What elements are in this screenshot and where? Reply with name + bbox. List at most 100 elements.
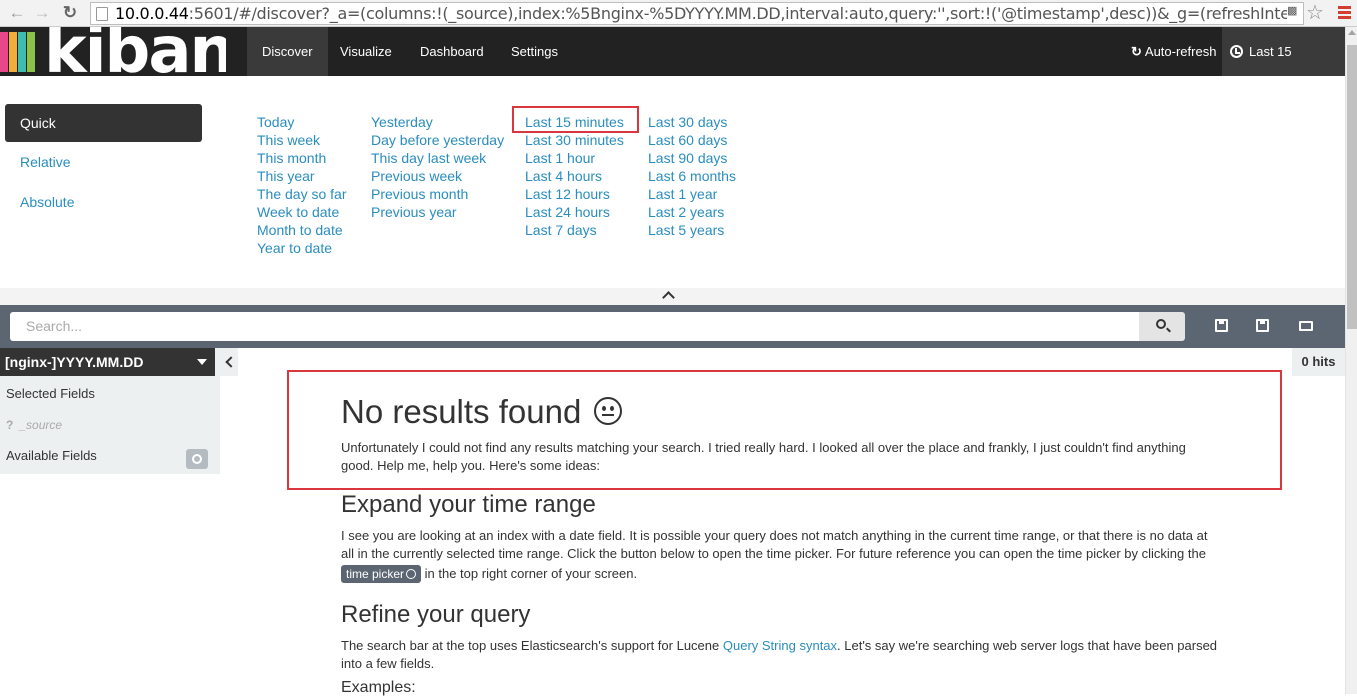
index-pattern-label: [nginx-]YYYY.MM.DD [5, 354, 144, 370]
save-search-icon[interactable] [1256, 319, 1269, 332]
field-item-source[interactable]: ? _source [6, 418, 62, 432]
search-input[interactable]: Search... [10, 312, 1139, 341]
quick-option[interactable]: Last 24 hours [525, 203, 624, 221]
quick-column-1: Today This week This month This year The… [257, 113, 347, 257]
neutral-face-icon [594, 397, 623, 425]
timepicker-mode-quick[interactable]: Quick [5, 104, 202, 142]
clock-icon [1230, 45, 1243, 58]
quick-option[interactable]: Today [257, 113, 347, 131]
new-search-icon[interactable] [1215, 319, 1228, 332]
reload-icon[interactable]: ↻ [60, 3, 80, 23]
bookmark-star-icon[interactable]: ☆ [1306, 2, 1324, 24]
open-search-folder-icon[interactable] [1299, 321, 1313, 331]
no-results-section: No results found Unfortunately I could n… [341, 393, 1221, 475]
quick-option[interactable]: Last 1 hour [525, 149, 624, 167]
url-host: 10.0.0.44 [115, 4, 189, 23]
chevron-up-icon [662, 291, 675, 304]
browser-menu-icon[interactable] [1338, 6, 1351, 20]
quick-option[interactable]: Last 30 minutes [525, 131, 624, 149]
quick-option[interactable]: Month to date [257, 221, 347, 239]
auto-refresh-button[interactable]: ↻ Auto-refresh [1131, 27, 1216, 76]
selected-fields-heading: Selected Fields [6, 386, 95, 401]
field-name: _source [19, 418, 63, 432]
quick-option[interactable]: Last 90 days [648, 149, 736, 167]
tab-dashboard[interactable]: Dashboard [405, 27, 499, 76]
hits-count: 0 hits [1292, 348, 1345, 376]
quick-option[interactable]: Last 12 hours [525, 185, 624, 203]
quick-option[interactable]: This month [257, 149, 347, 167]
caret-down-icon [197, 359, 207, 365]
search-button[interactable] [1139, 312, 1185, 341]
index-pattern-selector[interactable]: [nginx-]YYYY.MM.DD [0, 348, 215, 376]
clock-icon [406, 569, 417, 579]
quick-option[interactable]: Last 2 years [648, 203, 736, 221]
timepicker-mode-relative[interactable]: Relative [5, 143, 202, 181]
expand-time-body-end: in the top right corner of your screen. [424, 566, 638, 581]
expand-time-heading: Expand your time range [341, 491, 596, 518]
browser-toolbar: ← → ↻ 10.0.0.44:5601/#/discover?_a=(colu… [0, 0, 1357, 27]
scroll-up-arrow-icon[interactable] [1348, 30, 1356, 35]
scrollbar-thumb[interactable] [1347, 45, 1357, 329]
quick-option[interactable]: Previous year [371, 203, 504, 221]
back-arrow-icon[interactable]: ← [7, 3, 27, 23]
quick-option[interactable]: Day before yesterday [371, 131, 504, 149]
quick-option[interactable]: Yesterday [371, 113, 504, 131]
tab-settings[interactable]: Settings [496, 27, 573, 76]
quick-option[interactable]: Previous month [371, 185, 504, 203]
quick-option[interactable]: Year to date [257, 239, 347, 257]
forward-arrow-icon[interactable]: → [32, 3, 52, 23]
refine-query-body: The search bar at the top uses Elasticse… [341, 638, 720, 653]
timepicker-collapse-bar[interactable] [0, 288, 1345, 305]
logo-text: kibana [44, 27, 226, 76]
quick-column-4: Last 30 days Last 60 days Last 90 days L… [648, 113, 736, 239]
logo-bars [0, 32, 36, 72]
expand-time-text: I see you are looking at an index with a… [341, 527, 1221, 583]
refresh-icon: ↻ [1131, 44, 1142, 59]
highlight-box-last-15-minutes [512, 106, 639, 133]
quick-option[interactable]: Last 4 hours [525, 167, 624, 185]
refine-query-heading: Refine your query [341, 601, 531, 628]
quick-option[interactable]: Last 60 days [648, 131, 736, 149]
page-icon [96, 7, 108, 21]
refine-query-section: Refine your query The search bar at the … [341, 601, 1221, 697]
sidebar-collapse-toggle[interactable] [220, 348, 238, 376]
timepicker-mode-absolute[interactable]: Absolute [5, 183, 202, 221]
tab-discover[interactable]: Discover [247, 27, 328, 76]
quick-option[interactable]: Last 30 days [648, 113, 736, 131]
quick-option[interactable]: This day last week [371, 149, 504, 167]
page-scrollbar[interactable] [1345, 27, 1357, 694]
field-sidebar: [nginx-]YYYY.MM.DD Selected Fields ? _sou… [0, 348, 220, 474]
time-picker-button[interactable]: Last 15 minutes [1222, 27, 1345, 108]
examples-heading: Examples: [341, 679, 416, 696]
quick-option[interactable]: Last 5 years [648, 221, 736, 239]
tab-visualize[interactable]: Visualize [325, 27, 407, 76]
quick-option[interactable]: This year [257, 167, 347, 185]
quick-option[interactable]: Last 7 days [525, 221, 624, 239]
quick-option[interactable]: Week to date [257, 203, 347, 221]
no-results-title: No results found [341, 393, 1221, 431]
refine-query-text: The search bar at the top uses Elasticse… [341, 637, 1221, 673]
no-results-intro: Unfortunately I could not find any resul… [341, 440, 1186, 473]
kibana-navbar: kibana Discover Visualize Dashboard Sett… [0, 27, 1345, 108]
kibana-logo[interactable]: kibana [0, 27, 226, 76]
expand-time-section: Expand your time range I see you are loo… [341, 491, 1221, 583]
time-picker-pill-button[interactable]: time picker [341, 565, 422, 583]
quick-option[interactable]: The day so far [257, 185, 347, 203]
query-string-syntax-link[interactable]: Query String syntax [723, 638, 837, 653]
quick-option[interactable]: Previous week [371, 167, 504, 185]
search-bar: Search... [0, 305, 1345, 348]
address-bar[interactable]: 10.0.0.44:5601/#/discover?_a=(columns:!(… [90, 2, 1304, 25]
quick-option[interactable]: Last 1 year [648, 185, 736, 203]
quick-option[interactable]: This week [257, 131, 347, 149]
auto-refresh-label: Auto-refresh [1144, 44, 1217, 59]
url-path: :5601/#/discover?_a=(columns:!(_source),… [188, 4, 1304, 23]
quick-column-2: Yesterday Day before yesterday This day … [371, 113, 504, 221]
search-icon [1156, 319, 1166, 329]
quick-option[interactable]: Last 6 months [648, 167, 736, 185]
gear-icon[interactable] [186, 449, 208, 469]
field-type-unknown-icon: ? [6, 418, 14, 432]
translate-icon[interactable]: ▩ [1287, 4, 1303, 20]
available-fields-heading: Available Fields [6, 448, 97, 463]
expand-time-body: I see you are looking at an index with a… [341, 528, 1208, 561]
no-results-title-text: No results found [341, 393, 582, 430]
